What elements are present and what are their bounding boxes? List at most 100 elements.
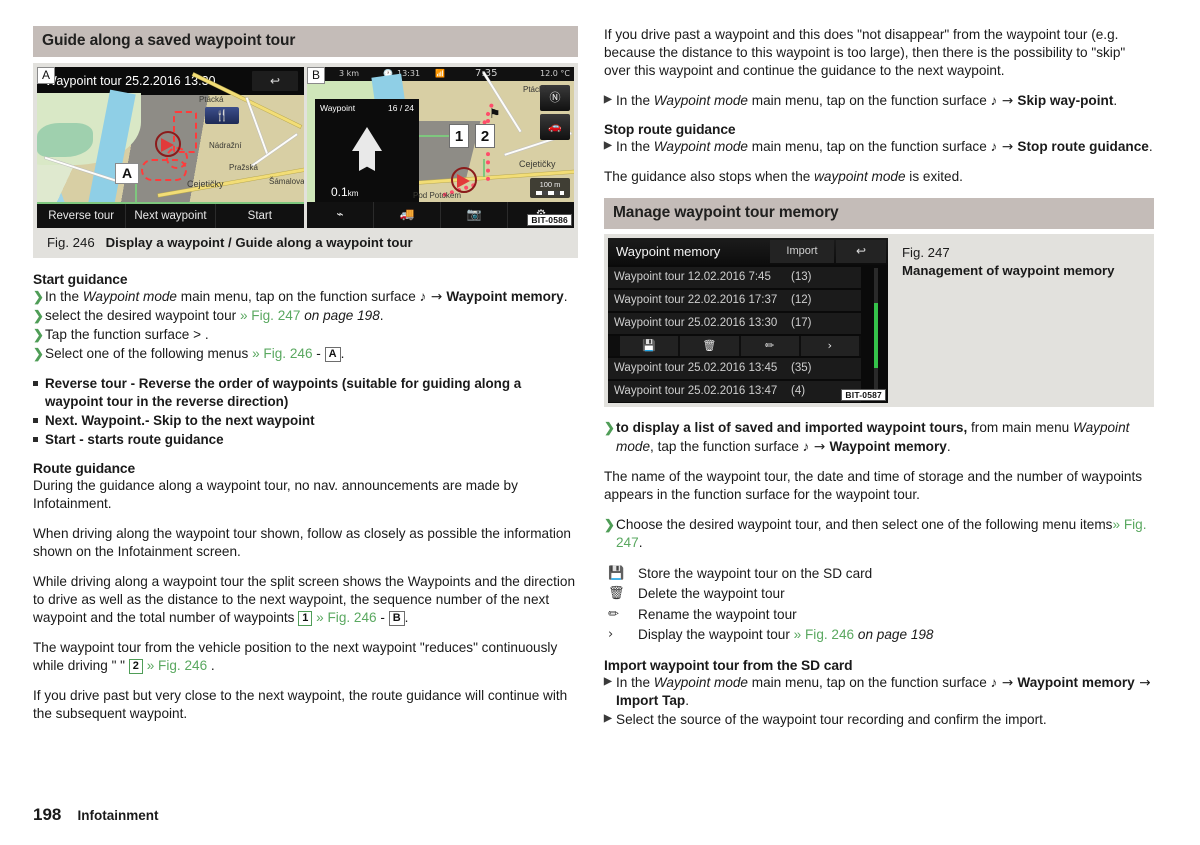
arrow-glyph: → [809, 438, 830, 455]
pencil-icon: ✏ [608, 606, 619, 622]
left-column: Guide along a saved waypoint tour Waypoi… [33, 26, 578, 735]
route-guidance-p5: If you drive past but very close to the … [33, 688, 568, 722]
tour-waypoint-count: (35) [791, 362, 812, 375]
step-text: . [685, 692, 690, 708]
save-icon[interactable]: 💾 [620, 336, 679, 357]
cross-reference[interactable]: » Fig. 246 [147, 658, 207, 673]
start-guidance-steps: ❯ In the Waypoint mode main menu, tap on … [33, 288, 578, 363]
map-scale-value: 100 m [539, 180, 561, 189]
step-text: . [340, 346, 345, 362]
map-view-icon[interactable]: 🚗 [540, 114, 570, 140]
stop-guidance-heading: Stop route guidance [604, 122, 736, 138]
step-text: Select the source of the waypoint tour r… [616, 711, 1047, 727]
arrow-glyph: → [997, 674, 1018, 691]
callout-leader-line [419, 135, 449, 137]
manual-page: Guide along a saved waypoint tour Waypoi… [0, 0, 1200, 845]
page-footer: 198 Infotainment [33, 805, 159, 825]
step-bullet-icon: ❯ [33, 327, 44, 343]
cross-reference[interactable]: » Fig. 246 [252, 346, 312, 361]
list-item-selected[interactable]: Waypoint tour 25.02.2016 13:30 (17) [608, 313, 861, 335]
callout-tag-a-inner: A [115, 163, 140, 184]
list-item[interactable]: Waypoint tour 25.02.2016 13:45 (35) [608, 358, 861, 380]
next-waypoint-button[interactable]: Next waypoint [126, 204, 216, 228]
option-label: Start - starts route guidance [45, 431, 224, 447]
waypoint-memory-title: Waypoint memory [616, 244, 721, 260]
waypoint-info-panel: Waypoint 16 / 24 0.1km [315, 99, 419, 205]
map-canvas-b: ⚑ Waypoint 16 / 24 0.1km 1 2 Ⓝ 🚗 Ptácká … [307, 71, 574, 217]
legend-label: Delete the waypoint tour [638, 586, 785, 602]
trash-icon[interactable]: 🗑 [680, 336, 739, 357]
scrollbar-thumb[interactable] [874, 302, 878, 369]
figure-246-number: Fig. 246 [47, 235, 95, 250]
option-next-waypoint: Next. Waypoint.- Skip to the next waypoi… [33, 412, 578, 430]
figure-246-bitcode: BIT-0586 [527, 214, 572, 226]
waypoint-distance-unit: km [347, 189, 359, 198]
stop-guidance-steps: ▶ In the Waypoint mode main menu, tap on … [604, 138, 1154, 156]
waypoint-distance: 0.1km [331, 185, 358, 199]
callout-ref-b: B [388, 611, 405, 627]
traffic-icon[interactable]: 🚚 [374, 202, 441, 228]
mode-name: Waypoint mode [653, 674, 748, 690]
step-text: from main menu [967, 420, 1073, 436]
paragraph-text: The guidance also stops when the [604, 169, 815, 185]
map-label: Ptácká [199, 95, 224, 104]
stop-guidance-note: The guidance also stops when the waypoin… [604, 168, 1154, 186]
pencil-icon[interactable]: ✏ [740, 336, 799, 357]
step-stop-route-guidance: ▶ In the Waypoint mode main menu, tap on … [604, 138, 1154, 156]
chevron-right-icon[interactable]: › [800, 336, 859, 357]
signal-icon: 📶 [435, 69, 445, 78]
route-icon[interactable]: ⌁ [307, 202, 374, 228]
scrollbar[interactable] [874, 268, 878, 400]
option-label: Next. Waypoint.- Skip to the next waypoi… [45, 412, 315, 428]
trash-icon: 🗑 [608, 586, 625, 602]
start-button[interactable]: Start [216, 204, 304, 228]
route-guidance-p1: During the guidance along a waypoint tou… [33, 477, 518, 511]
menu-items-legend: 💾 Store the waypoint tour on the SD card… [604, 564, 1154, 646]
arrow-glyph: → [997, 139, 1018, 156]
back-icon[interactable]: ↩ [252, 71, 298, 91]
waypoint-distance-value: 0.1 [331, 185, 348, 199]
step-text: Choose the desired waypoint tour, and th… [616, 516, 1113, 532]
tour-name: Waypoint tour 12.02.2016 7:45 [614, 271, 771, 284]
cross-reference[interactable]: » Fig. 247 [240, 308, 300, 323]
cross-reference[interactable]: » Fig. 246 [316, 610, 376, 625]
list-item[interactable]: Waypoint tour 25.02.2016 13:47 (4) [608, 381, 861, 403]
figure-246-caption: Fig. 246 Display a waypoint / Guide alon… [37, 228, 574, 258]
map-label: Ptácká [523, 85, 548, 94]
tour-name: Waypoint tour 25.02.2016 13:45 [614, 362, 778, 375]
step-bullet-icon: ❯ [33, 308, 44, 324]
step-text: In the [45, 289, 83, 304]
step-skip-waypoint: ▶ In the Waypoint mode main menu, tap on … [604, 92, 1154, 110]
route-guidance-section: Route guidance During the guidance along… [33, 461, 578, 724]
menu-path: Skip way-point [1017, 93, 1114, 109]
camera-icon[interactable]: 📷 [441, 202, 508, 228]
status-scale: 3 km [339, 69, 360, 78]
reverse-tour-button[interactable]: Reverse tour [37, 204, 127, 228]
paragraph-text: . [404, 610, 409, 626]
paragraph-text: - [376, 610, 389, 626]
list-item[interactable]: Waypoint tour 12.02.2016 7:45 (13) [608, 267, 861, 289]
menu-path: Waypoint memory [1017, 674, 1135, 690]
step-emphasis: to display a list of saved and imported … [616, 420, 968, 436]
step-text: Select one of the following menus [45, 346, 253, 362]
list-item[interactable]: Waypoint tour 22.02.2016 17:37 (12) [608, 290, 861, 312]
step-text: . [1113, 93, 1118, 109]
menu-path: Import Tap [616, 692, 686, 708]
chapter-name: Infotainment [77, 808, 159, 823]
map-park-area [37, 123, 93, 157]
legend-row-rename: ✏ Rename the waypoint tour [604, 605, 1154, 625]
route-guidance-p3: While driving along a waypoint tour the … [33, 573, 578, 627]
legend-label: Store the waypoint tour on the SD card [638, 565, 873, 581]
figure-246: Waypoint tour 25.2.2016 13:30 ↩ 🍴 Ptácká… [33, 63, 578, 258]
cross-reference[interactable]: » Fig. 246 [794, 627, 854, 642]
waypoint-panel-header: Waypoint 16 / 24 [315, 99, 419, 113]
step-open-waypoint-memory: ❯ In the Waypoint mode main menu, tap on … [33, 288, 578, 306]
figure-247-number: Fig. 247 [902, 245, 950, 261]
step-text: . [379, 308, 384, 324]
legend-label: Rename the waypoint tour [638, 606, 797, 622]
tour-waypoint-count: (17) [791, 317, 812, 330]
figure-callout-a: A [37, 67, 56, 84]
import-button[interactable]: Import [770, 240, 834, 264]
back-icon[interactable]: ↩ [836, 240, 886, 264]
figure-246-screenshots: Waypoint tour 25.2.2016 13:30 ↩ 🍴 Ptácká… [37, 67, 574, 228]
